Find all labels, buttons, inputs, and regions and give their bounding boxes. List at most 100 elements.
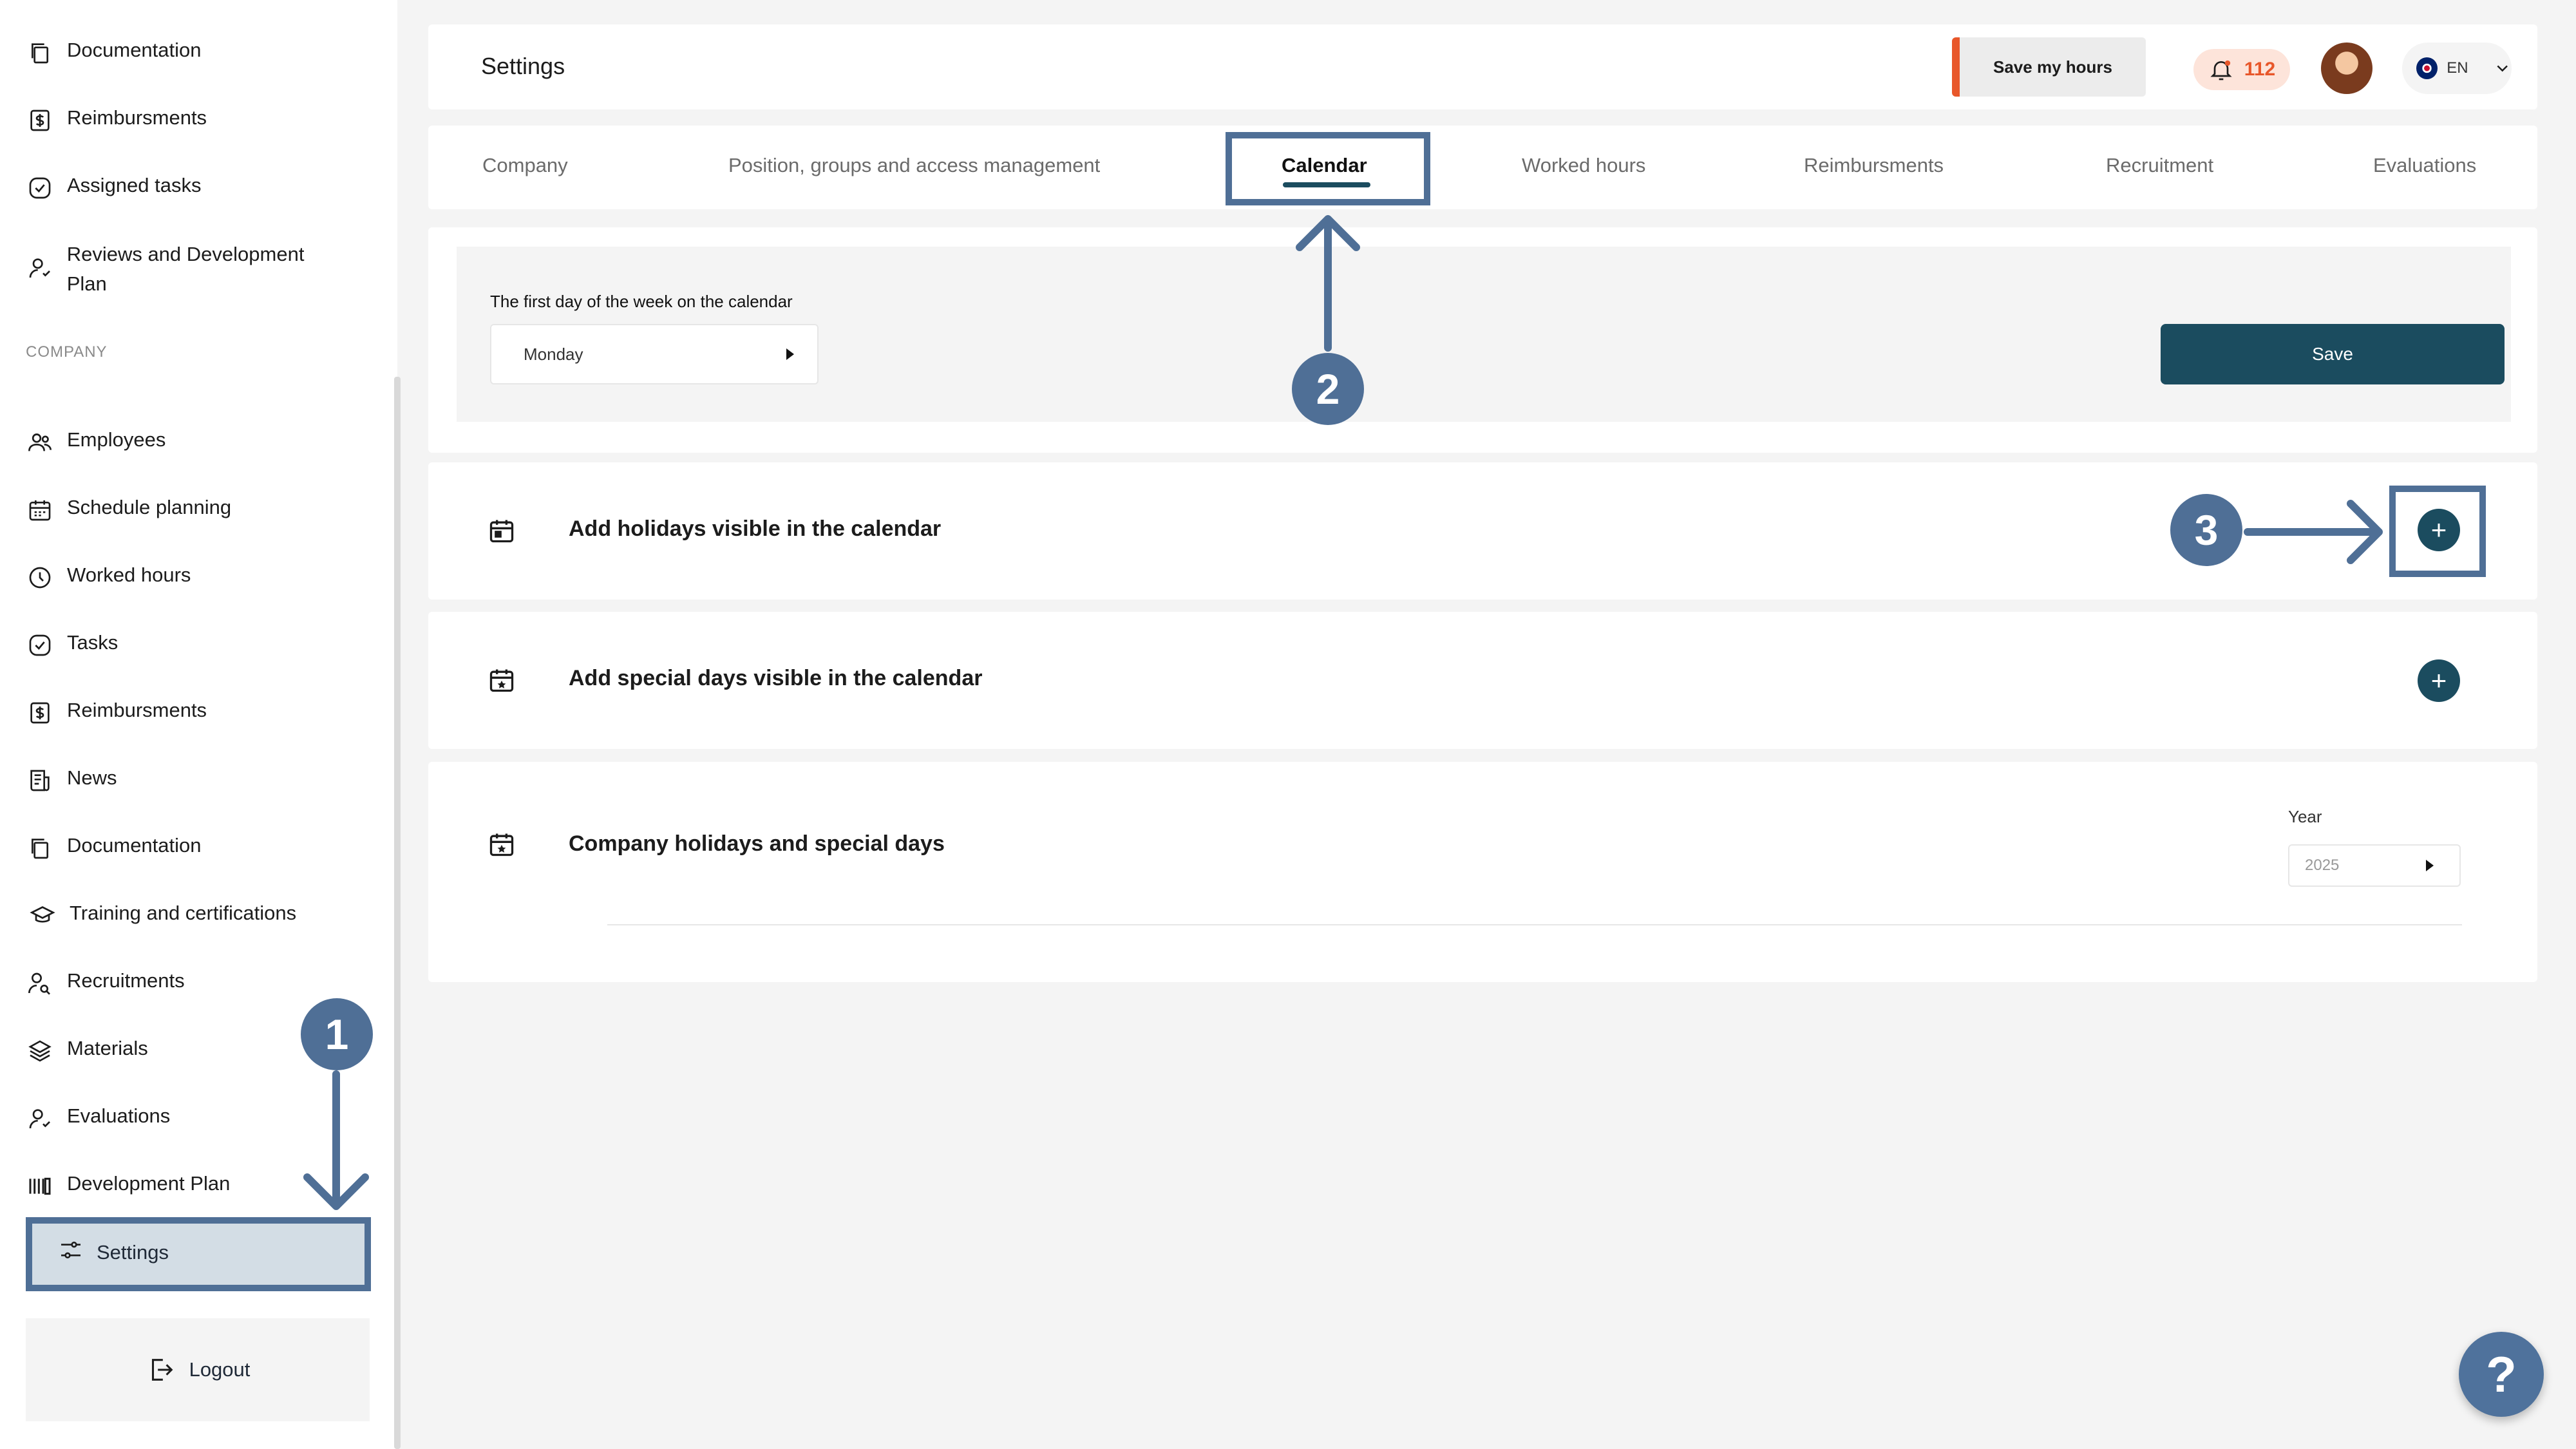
step-badge-2: 2 — [1292, 353, 1364, 425]
week-start-value: Monday — [524, 344, 583, 364]
sidebar-item-recruitments[interactable]: Recruitments — [26, 969, 185, 998]
sidebar-item-employees[interactable]: Employees — [26, 428, 166, 457]
language-selector[interactable]: EN — [2402, 43, 2512, 94]
sidebar-item-reviews[interactable]: Reviews and Development Plan — [26, 240, 348, 299]
sidebar-item-training[interactable]: Training and certifications — [26, 902, 296, 930]
company-days-title: Company holidays and special days — [569, 831, 945, 856]
notification-count: 112 — [2244, 59, 2276, 80]
language-code: EN — [2447, 59, 2468, 77]
sidebar-item-label: Recruitments — [67, 969, 185, 992]
logout-label: Logout — [189, 1358, 251, 1381]
sidebar-item-label: Documentation — [67, 834, 202, 857]
help-button[interactable]: ? — [2459, 1332, 2544, 1417]
avatar[interactable] — [2321, 43, 2372, 94]
step-badge-3: 3 — [2170, 494, 2242, 566]
special-days-title: Add special days visible in the calendar — [569, 666, 983, 690]
calendar-icon — [489, 520, 514, 543]
sidebar-item-label: Tasks — [67, 631, 118, 654]
tab-reimbursments[interactable]: Reimbursments — [1804, 154, 1944, 177]
sidebar-item-label: Evaluations — [67, 1104, 171, 1127]
sidebar-item-label: Schedule planning — [67, 496, 232, 518]
highlight-settings — [26, 1217, 371, 1291]
week-start-select[interactable]: Monday — [490, 324, 819, 384]
header-bar: Settings Save my hours 112 EN — [428, 24, 2537, 109]
sidebar-item-materials[interactable]: Materials — [26, 1037, 148, 1065]
sidebar-item-label: Training and certifications — [70, 902, 297, 924]
sidebar-item-evaluations[interactable]: Evaluations — [26, 1104, 170, 1133]
caret-right-icon — [786, 348, 794, 360]
sidebar-item-label: Reimbursments — [67, 106, 207, 129]
bell-icon — [2210, 60, 2232, 80]
check-circle-icon — [26, 174, 54, 202]
clock-icon — [26, 564, 54, 592]
sidebar-item-label: Assigned tasks — [67, 174, 202, 196]
divider — [607, 924, 2462, 925]
sidebar-item-label: Employees — [67, 428, 166, 451]
person-star-icon — [26, 1104, 54, 1133]
week-start-label: The first day of the week on the calenda… — [490, 292, 793, 311]
chevron-down-icon — [2497, 65, 2508, 72]
layers-icon — [26, 1037, 54, 1065]
year-value: 2025 — [2305, 857, 2340, 874]
sidebar-item-assigned-tasks[interactable]: Assigned tasks — [26, 174, 202, 202]
dollar-icon — [26, 106, 54, 135]
sidebar-item-schedule-planning[interactable]: Schedule planning — [26, 496, 231, 524]
logout-button[interactable]: Logout — [26, 1318, 370, 1421]
sidebar-item-reimbursments[interactable]: Reimbursments — [26, 106, 207, 135]
save-my-hours-button[interactable]: Save my hours — [1952, 37, 2146, 97]
logout-icon — [151, 1359, 173, 1381]
sidebar-item-tasks[interactable]: Tasks — [26, 631, 118, 659]
sidebar-item-reimbursments-company[interactable]: Reimbursments — [26, 699, 207, 727]
year-select[interactable]: 2025 — [2288, 844, 2461, 887]
dollar-icon — [26, 699, 54, 727]
tab-recruitment[interactable]: Recruitment — [2106, 154, 2213, 177]
sidebar-item-label: Materials — [67, 1037, 148, 1059]
week-start-inner: The first day of the week on the calenda… — [457, 247, 2511, 422]
calendar-grid-icon — [26, 496, 54, 524]
highlight-calendar-tab — [1226, 132, 1430, 205]
check-circle-icon — [26, 631, 54, 659]
sidebar-item-label: News — [67, 766, 117, 789]
person-star-icon — [26, 254, 54, 282]
sidebar-item-label: Documentation — [67, 39, 202, 61]
graduation-cap-icon — [28, 902, 57, 930]
sidebar-item-news[interactable]: News — [26, 766, 117, 795]
week-start-panel: The first day of the week on the calenda… — [428, 227, 2537, 453]
section-label-company: COMPANY — [26, 343, 108, 361]
plus-icon: + — [2430, 665, 2447, 696]
notification-badge[interactable]: 112 — [2193, 49, 2290, 90]
person-search-icon — [26, 969, 54, 998]
calendar-star-icon — [489, 669, 514, 692]
save-button[interactable]: Save — [2161, 324, 2505, 384]
bars-icon — [26, 1172, 54, 1200]
tab-bar: Company Position, groups and access mana… — [428, 126, 2537, 209]
tab-position-groups[interactable]: Position, groups and access management — [728, 154, 1100, 177]
sidebar-item-label: Worked hours — [67, 564, 191, 586]
tab-company[interactable]: Company — [482, 154, 568, 177]
add-special-day-button[interactable]: + — [2418, 659, 2460, 702]
documents-icon — [26, 39, 54, 67]
step-badge-1: 1 — [301, 998, 373, 1070]
people-icon — [26, 428, 54, 457]
year-label: Year — [2288, 807, 2322, 826]
sidebar-item-documentation-company[interactable]: Documentation — [26, 834, 202, 862]
documents-icon — [26, 834, 54, 862]
sidebar-item-label: Reimbursments — [67, 699, 207, 721]
sidebar-item-label: Reviews and Development Plan — [66, 243, 305, 295]
sidebar-item-label: Development Plan — [67, 1172, 231, 1195]
news-icon — [26, 766, 54, 795]
company-days-row: Company holidays and special days Year 2… — [428, 762, 2537, 982]
tab-evaluations[interactable]: Evaluations — [2373, 154, 2476, 177]
page-title: Settings — [481, 53, 565, 79]
uk-flag-icon — [2416, 57, 2438, 79]
sidebar-scrollbar[interactable] — [394, 377, 401, 1449]
special-days-row: Add special days visible in the calendar… — [428, 612, 2537, 749]
holidays-title: Add holidays visible in the calendar — [569, 516, 942, 541]
tab-worked-hours[interactable]: Worked hours — [1522, 154, 1645, 177]
sidebar-item-development-plan[interactable]: Development Plan — [26, 1172, 230, 1200]
caret-right-icon — [2426, 860, 2434, 871]
sidebar-item-documentation[interactable]: Documentation — [26, 39, 202, 67]
calendar-star-icon — [489, 833, 514, 857]
sidebar-item-worked-hours[interactable]: Worked hours — [26, 564, 191, 592]
highlight-add-holiday — [2389, 486, 2486, 577]
